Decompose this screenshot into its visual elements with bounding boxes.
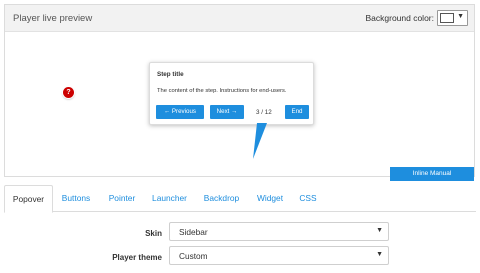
tab-css[interactable]: CSS (295, 185, 321, 212)
caret-down-icon: ▼ (376, 251, 383, 258)
end-button[interactable]: End (285, 105, 309, 119)
page: Player live preview Background color: ▼ … (0, 0, 480, 273)
player-theme-label: Player theme (112, 253, 162, 262)
popover-title: Step title (157, 71, 184, 78)
tab-widget[interactable]: Widget (252, 185, 288, 212)
preview-title: Player live preview (13, 13, 93, 24)
tab-backdrop[interactable]: Backdrop (199, 185, 244, 212)
caret-down-icon: ▼ (376, 227, 383, 234)
skin-select-value: Sidebar (179, 227, 208, 237)
caret-down-icon: ▼ (457, 13, 464, 20)
color-swatch (440, 13, 454, 23)
skin-select[interactable]: Sidebar ▼ (169, 222, 389, 241)
previous-button[interactable]: ← Previous (156, 105, 204, 119)
skin-label: Skin (145, 229, 162, 238)
tab-launcher[interactable]: Launcher (147, 185, 192, 212)
player-theme-select-value: Custom (179, 251, 208, 261)
tab-buttons[interactable]: Buttons (56, 185, 96, 212)
step-counter: 3 / 12 (256, 109, 272, 116)
preview-header: Player live preview Background color: ▼ (5, 5, 474, 32)
settings-tabs: Popover Buttons Pointer Launcher Backdro… (4, 185, 476, 213)
player-theme-select[interactable]: Custom ▼ (169, 246, 389, 265)
popover-content: The content of the step. Instructions fo… (157, 88, 287, 94)
tab-popover[interactable]: Popover (4, 185, 53, 213)
player-live-preview-panel: Player live preview Background color: ▼ … (4, 4, 475, 181)
pointer-arrow-icon (253, 123, 267, 159)
background-color-picker[interactable]: ▼ (437, 10, 468, 26)
inline-manual-tab[interactable]: Inline Manual (390, 167, 474, 181)
next-button[interactable]: Next → (210, 105, 244, 119)
popover-preview: Step title The content of the step. Inst… (149, 62, 314, 125)
background-color-label: Background color: (365, 13, 434, 23)
tab-pointer[interactable]: Pointer (102, 185, 142, 212)
help-marker-icon[interactable]: ? (63, 87, 74, 98)
